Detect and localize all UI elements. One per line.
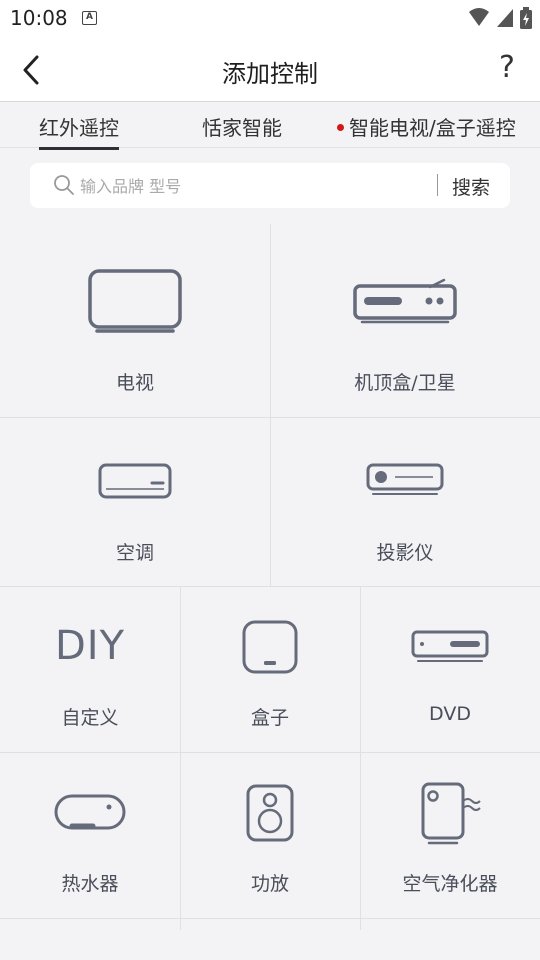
device-label: 机顶盒/卫星 bbox=[354, 372, 456, 394]
signal-icon bbox=[497, 9, 513, 27]
device-label: 热水器 bbox=[61, 873, 119, 895]
speaker-icon bbox=[246, 784, 294, 842]
notification-a-icon: A bbox=[82, 11, 97, 25]
device-label: 自定义 bbox=[61, 707, 119, 729]
search-bar: 搜索 bbox=[30, 163, 510, 208]
device-box[interactable]: 盒子 bbox=[180, 587, 360, 752]
help-button[interactable]: ? bbox=[490, 48, 524, 88]
tab-bar: 红外遥控 恬家智能 智能电视/盒子遥控 bbox=[0, 102, 540, 150]
device-air-conditioner[interactable]: 空调 bbox=[0, 418, 270, 586]
tab-label: 智能电视/盒子遥控 bbox=[349, 116, 516, 140]
tab-infrared[interactable]: 红外遥控 bbox=[39, 112, 119, 150]
air-conditioner-icon bbox=[98, 463, 172, 499]
search-icon bbox=[54, 175, 74, 195]
diy-icon: DIY bbox=[54, 623, 126, 669]
tv-icon bbox=[88, 269, 182, 333]
device-label: 功放 bbox=[250, 873, 289, 895]
status-time: 10:08 bbox=[10, 6, 68, 30]
status-bar: 10:08 A bbox=[0, 0, 540, 36]
device-water-heater[interactable]: 热水器 bbox=[0, 753, 180, 918]
device-tv[interactable]: 电视 bbox=[0, 224, 270, 417]
wifi-icon bbox=[469, 8, 489, 26]
device-label: 投影仪 bbox=[376, 542, 434, 564]
app-header: 添加控制 ? bbox=[0, 36, 540, 102]
search-divider bbox=[437, 174, 438, 196]
device-label: 电视 bbox=[115, 372, 154, 394]
water-heater-icon bbox=[54, 794, 126, 830]
new-dot-badge bbox=[337, 124, 344, 131]
search-input[interactable] bbox=[80, 173, 450, 199]
device-set-top-box[interactable]: 机顶盒/卫星 bbox=[270, 224, 540, 417]
projector-icon bbox=[366, 463, 444, 495]
tab-smart-tv-box[interactable]: 智能电视/盒子遥控 bbox=[337, 112, 516, 141]
dvd-icon bbox=[411, 630, 489, 662]
device-projector[interactable]: 投影仪 bbox=[270, 418, 540, 586]
page-title: 添加控制 bbox=[222, 60, 318, 88]
device-label: 空调 bbox=[115, 542, 154, 564]
tab-label: 恬家智能 bbox=[202, 116, 282, 140]
air-purifier-icon bbox=[421, 782, 481, 845]
search-button[interactable]: 搜索 bbox=[452, 173, 490, 200]
device-label: 空气净化器 bbox=[402, 873, 498, 895]
tab-tianjia-smart[interactable]: 恬家智能 bbox=[202, 112, 282, 141]
device-label: DVD bbox=[429, 703, 471, 725]
device-custom[interactable]: DIY 自定义 bbox=[0, 587, 180, 752]
device-dvd[interactable]: DVD bbox=[360, 587, 540, 752]
grid-divider bbox=[0, 918, 540, 919]
device-label: 盒子 bbox=[250, 707, 289, 729]
device-amplifier[interactable]: 功放 bbox=[180, 753, 360, 918]
box-icon bbox=[242, 620, 298, 674]
battery-icon bbox=[520, 7, 532, 29]
set-top-box-icon bbox=[353, 278, 457, 324]
tab-label: 红外遥控 bbox=[39, 116, 119, 140]
status-icons bbox=[468, 7, 532, 29]
device-air-purifier[interactable]: 空气净化器 bbox=[360, 753, 540, 918]
